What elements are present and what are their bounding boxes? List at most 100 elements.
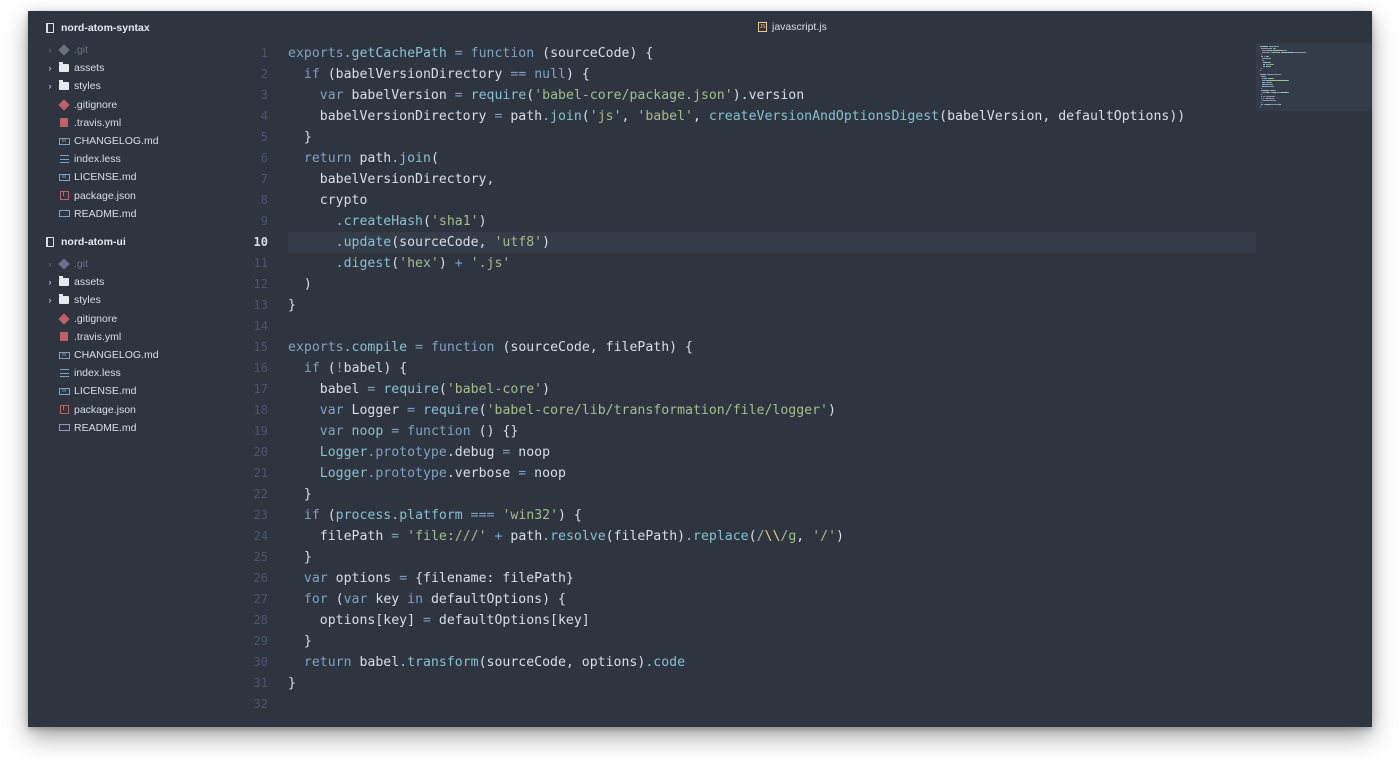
code-line[interactable]: var options = {filename: filePath}	[288, 568, 1256, 589]
code-line[interactable]: if (babelVersionDirectory == null) {	[288, 64, 1256, 85]
code-line[interactable]: Logger.prototype.verbose = noop	[288, 463, 1256, 484]
chevron-right-icon[interactable]: ›	[44, 81, 56, 91]
code-line[interactable]: }	[288, 127, 1256, 148]
minimap-line	[1261, 52, 1271, 53]
tree-item[interactable]: ›.gitignore	[28, 310, 238, 328]
folder-icon	[58, 62, 70, 73]
minimap-line	[1262, 46, 1269, 47]
code-line[interactable]: exports.getCachePath = function (sourceC…	[288, 43, 1256, 64]
active-code-line[interactable]: .update(sourceCode, 'utf8')	[288, 232, 1256, 253]
code-line[interactable]: }	[288, 673, 1256, 694]
line-number: 19	[253, 424, 268, 438]
code-line[interactable]: return path.join(	[288, 148, 1256, 169]
tree-item[interactable]: ›MLICENSE.md	[28, 168, 238, 186]
tree-item-label: .travis.yml	[74, 116, 122, 129]
code-line[interactable]: babel = require('babel-core')	[288, 379, 1256, 400]
project-root-nord-atom-ui[interactable]: nord-atom-ui	[46, 233, 126, 251]
minimap-line	[1270, 104, 1279, 105]
git-icon	[58, 44, 70, 56]
code-line[interactable]: exports.compile = function (sourceCode, …	[288, 337, 1256, 358]
tree-item-label: .git	[74, 258, 89, 270]
code-line[interactable]: )	[288, 274, 1256, 295]
code-line[interactable]: babelVersionDirectory,	[288, 169, 1256, 190]
tree-item-label: CHANGELOG.md	[74, 135, 159, 147]
minimap-line	[1278, 104, 1281, 105]
code-line[interactable]: }	[288, 631, 1256, 652]
tree-item[interactable]: ›MCHANGELOG.md	[28, 346, 238, 364]
git-icon	[58, 312, 70, 325]
repo-icon	[46, 237, 54, 247]
tree-item[interactable]: › styles	[28, 291, 238, 309]
code-line[interactable]: .createHash('sha1')	[288, 211, 1256, 232]
code-line[interactable]: filePath = 'file:///' + path.resolve(fil…	[288, 526, 1256, 547]
chevron-right-icon[interactable]: ›	[44, 259, 56, 269]
line-number: 28	[253, 613, 268, 627]
markdown-icon: M	[58, 350, 70, 360]
tree-item[interactable]: › styles	[28, 77, 238, 95]
code-line[interactable]: if (process.platform === 'win32') {	[288, 505, 1256, 526]
tree-item[interactable]: ›MLICENSE.md	[28, 382, 238, 400]
line-number: 32	[253, 697, 268, 711]
code-line[interactable]: }	[288, 295, 1256, 316]
code-line[interactable]: options[key] = defaultOptions[key]	[288, 610, 1256, 631]
code-line[interactable]: var noop = function () {}	[288, 421, 1256, 442]
minimap-line	[1267, 98, 1275, 99]
code-line[interactable]: crypto	[288, 190, 1256, 211]
code-line[interactable]: babelVersionDirectory = path.join('js', …	[288, 106, 1256, 127]
tree-item-label: README.md	[74, 207, 137, 220]
tree-item-label: LICENSE.md	[74, 385, 137, 398]
git-icon	[58, 98, 70, 111]
line-number: 22	[253, 487, 268, 501]
tree-item[interactable]: ›.travis.yml	[28, 114, 238, 132]
code-line[interactable]	[288, 694, 1256, 715]
chevron-right-icon[interactable]: ›	[44, 45, 56, 55]
chevron-right-icon[interactable]: ›	[44, 63, 56, 73]
minimap-line	[1262, 76, 1267, 77]
tree-item-label: .gitignore	[74, 312, 118, 325]
tree-item[interactable]: ›.gitignore	[28, 96, 238, 114]
minimap-line	[1281, 52, 1294, 53]
code-line[interactable]: return babel.transform(sourceCode, optio…	[288, 652, 1256, 673]
code-line[interactable]: .digest('hex') + '.js'	[288, 253, 1256, 274]
tree-item[interactable]: › .git	[28, 255, 238, 273]
code-line[interactable]: }	[288, 484, 1256, 505]
chevron-right-icon[interactable]: ›	[44, 277, 56, 287]
project-root-nord-atom-syntax[interactable]: nord-atom-syntax	[46, 19, 150, 37]
minimap-line	[1271, 84, 1274, 85]
tree-item[interactable]: ›package.json	[28, 401, 238, 419]
line-number: 8	[260, 193, 268, 207]
folder-icon	[58, 276, 70, 287]
tree-item[interactable]: ›MCHANGELOG.md	[28, 132, 238, 150]
tree-item[interactable]: ›index.less	[28, 150, 238, 168]
tree-item[interactable]: ›README.md	[28, 205, 238, 223]
minimap[interactable]	[1256, 43, 1372, 111]
minimap-line	[1293, 52, 1307, 53]
tree-item[interactable]: ›package.json	[28, 187, 238, 205]
tab-javascript-js[interactable]: JS javascript.js	[758, 21, 827, 33]
code-line[interactable]: var babelVersion = require('babel-core/p…	[288, 85, 1256, 106]
tree-item[interactable]: › assets	[28, 273, 238, 291]
code-line[interactable]: for (var key in defaultOptions) {	[288, 589, 1256, 610]
line-number: 2	[260, 67, 268, 81]
tree-item[interactable]: ›.travis.yml	[28, 328, 238, 346]
code-line[interactable]	[288, 316, 1256, 337]
tree-item-label: assets	[74, 276, 105, 289]
code-line[interactable]: Logger.prototype.debug = noop	[288, 442, 1256, 463]
line-number: 24	[253, 529, 268, 543]
tree-item[interactable]: ›index.less	[28, 364, 238, 382]
editor-window: nord-atom-syntax›.git›assets›styles›.git…	[28, 11, 1372, 727]
line-number: 23	[253, 508, 268, 522]
tree-item[interactable]: › assets	[28, 59, 238, 77]
code-line[interactable]: var Logger = require('babel-core/lib/tra…	[288, 400, 1256, 421]
code-line[interactable]: }	[288, 547, 1256, 568]
minimap-line	[1270, 82, 1273, 83]
code-line[interactable]: if (!babel) {	[288, 358, 1256, 379]
npm-package-icon	[58, 405, 70, 415]
line-number: 30	[253, 655, 268, 669]
chevron-right-icon[interactable]: ›	[44, 295, 56, 305]
line-number: 5	[260, 130, 268, 144]
git-icon	[58, 258, 70, 270]
tree-item[interactable]: › .git	[28, 41, 238, 59]
minimap-line	[1261, 60, 1265, 61]
tree-item[interactable]: ›README.md	[28, 419, 238, 437]
